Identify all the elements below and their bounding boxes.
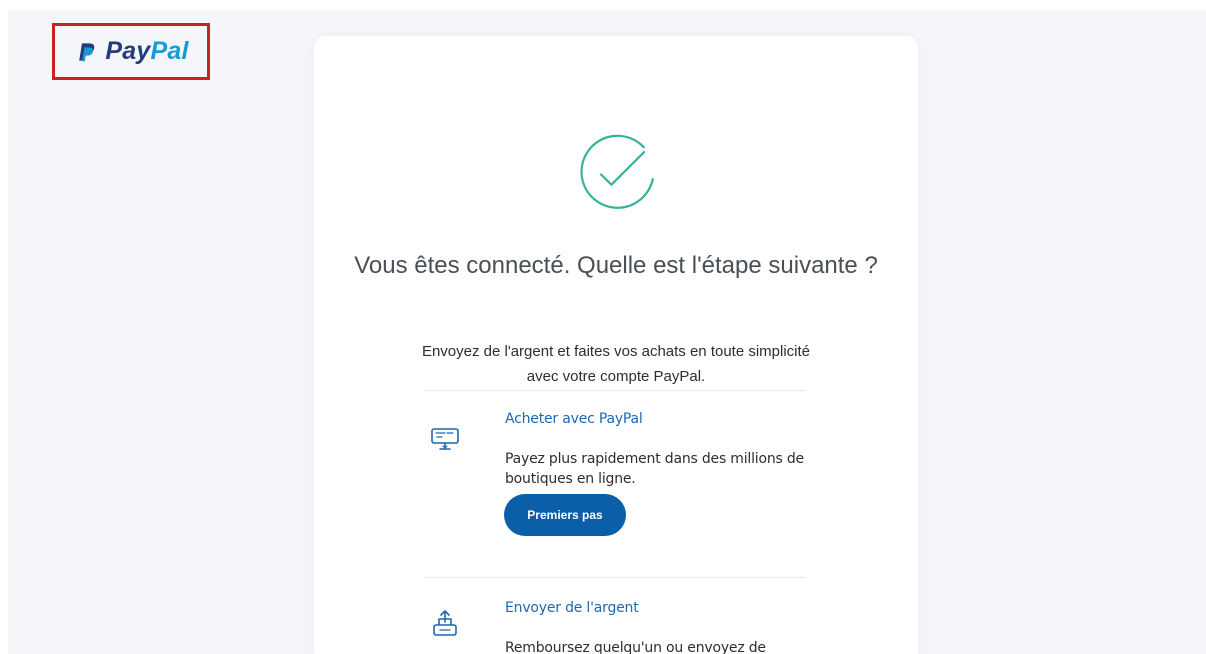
buy-with-paypal-link[interactable]: Acheter avec PayPal [505, 409, 805, 429]
shopping-screen-icon [431, 428, 459, 450]
paypal-logo-pay: Pay [105, 37, 151, 65]
buy-with-paypal-section: Acheter avec PayPal Payez plus rapidemen… [427, 409, 807, 559]
paypal-logo-text: PayPal [105, 39, 188, 64]
page-title: Vous êtes connecté. Quelle est l'étape s… [354, 252, 878, 280]
paypal-logo[interactable]: PayPal [52, 23, 210, 80]
page-background: PayPal Vous êtes connecté. Quelle est l'… [8, 10, 1206, 654]
buy-with-paypal-description: Payez plus rapidement dans des millions … [505, 451, 804, 487]
get-started-button[interactable]: Premiers pas [504, 494, 626, 536]
paypal-logo-icon [79, 42, 95, 61]
section-divider [425, 390, 806, 391]
login-confirmation-card: Vous êtes connecté. Quelle est l'étape s… [314, 36, 918, 654]
intro-text: Envoyez de l'argent et faites vos achats… [421, 343, 811, 385]
paypal-logo-pal: Pal [150, 37, 189, 65]
check-circle-icon [580, 134, 654, 209]
send-money-section: Envoyer de l'argent Remboursez quelqu'un… [427, 598, 807, 654]
section-divider [425, 577, 806, 578]
send-money-description: Remboursez quelqu'un ou envoyez de l'arg… [505, 640, 766, 654]
send-money-icon [433, 610, 457, 636]
send-money-link[interactable]: Envoyer de l'argent [505, 598, 805, 618]
